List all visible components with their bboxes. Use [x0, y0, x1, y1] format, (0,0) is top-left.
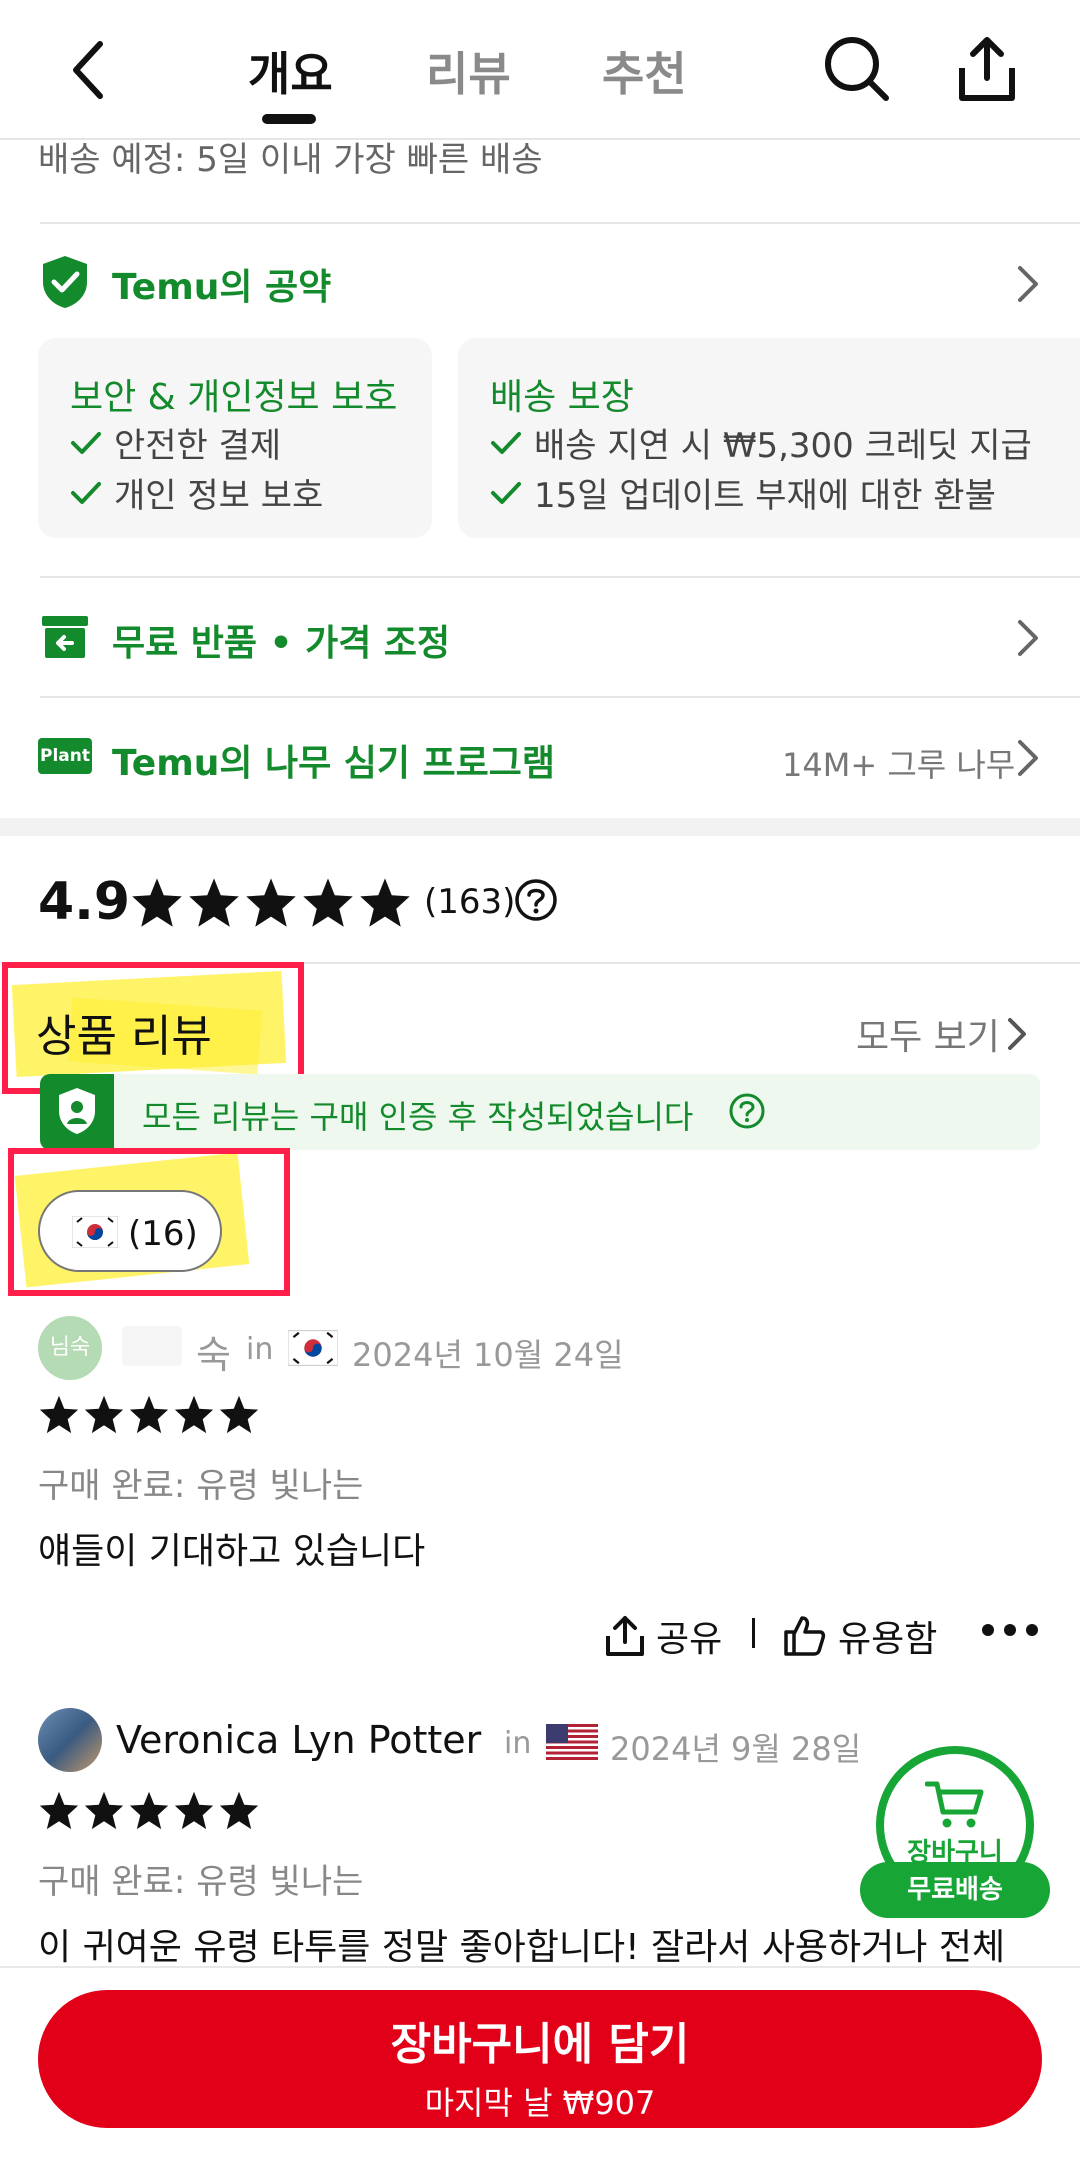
promise-card-security[interactable]: 보안 & 개인정보 보호 안전한 결제 개인 정보 보호: [38, 338, 432, 538]
star-icon: [129, 1791, 169, 1830]
purchase-info: 구매 완료: 유령 빛나는: [38, 1862, 364, 1902]
back-icon[interactable]: [66, 38, 110, 102]
chevron-right-icon[interactable]: [1016, 738, 1040, 782]
cart-icon: [925, 1781, 984, 1828]
free-return-title[interactable]: 무료 반품 • 가격 조정: [112, 614, 450, 666]
active-tab-indicator: [262, 114, 316, 124]
star-icon: [246, 878, 296, 927]
plant-badge-icon: Plant: [38, 738, 92, 774]
action-divider: [752, 1618, 755, 1648]
reviewer-in: in: [246, 1332, 274, 1367]
add-to-cart-label: 장바구니에 담기: [390, 2019, 690, 2070]
thumbs-up-icon: [784, 1616, 826, 1656]
check-icon: [71, 481, 101, 504]
star-icon: [174, 1395, 214, 1434]
review-stars: [38, 1790, 263, 1830]
annotation-box: [8, 1148, 290, 1296]
check-icon: [491, 431, 521, 454]
see-all-link[interactable]: 모두 보기: [856, 1008, 1028, 1060]
reviewer-name: [122, 1326, 182, 1366]
avatar: [38, 1708, 102, 1772]
star-icon: [360, 878, 410, 927]
card-title: 보안 & 개인정보 보호: [70, 377, 398, 418]
avatar: 님숙: [38, 1316, 102, 1380]
reviewer-name-visible: 숙: [196, 1333, 231, 1377]
tab-recommend[interactable]: 추천: [602, 38, 687, 104]
us-flag-icon: [546, 1724, 598, 1760]
star-icon: [219, 1791, 259, 1830]
more-options-icon[interactable]: [980, 1622, 1040, 1638]
divider: [40, 696, 1080, 698]
add-to-cart-sublabel: 마지막 날 ₩907: [424, 2084, 656, 2122]
share-icon[interactable]: [956, 34, 1018, 104]
star-icon: [84, 1791, 124, 1830]
check-item-label: 배송 지연 시 ₩5,300 크레딧 지급: [534, 426, 1032, 466]
check-item-label: 안전한 결제: [114, 426, 282, 466]
check-item: 15일 업데이트 부재에 대한 환불: [490, 468, 996, 517]
helpful-label: 유용함: [838, 1619, 938, 1660]
star-icon: [132, 878, 182, 927]
free-shipping-pill: 무료배송: [860, 1862, 1050, 1918]
chevron-right-icon[interactable]: [1016, 618, 1040, 662]
bottom-action-bar: 장바구니에 담기 마지막 날 ₩907: [0, 1966, 1080, 2166]
check-item-label: 개인 정보 보호: [114, 476, 324, 516]
promise-card-delivery[interactable]: 배송 보장 배송 지연 시 ₩5,300 크레딧 지급 15일 업데이트 부재에…: [458, 338, 1080, 538]
help-icon[interactable]: [514, 878, 558, 922]
verified-user-icon: [40, 1074, 114, 1150]
check-item: 배송 지연 시 ₩5,300 크레딧 지급: [490, 418, 1032, 467]
shield-check-icon: [40, 254, 90, 310]
check-icon: [71, 431, 101, 454]
star-icon: [174, 1791, 214, 1830]
share-label: 공유: [656, 1619, 723, 1660]
review-body: 얘들이 기대하고 있습니다: [38, 1531, 426, 1572]
card-title: 배송 보장: [490, 377, 634, 418]
tree-program-title[interactable]: Temu의 나무 심기 프로그램: [112, 734, 555, 786]
share-review-button[interactable]: 공유: [604, 1610, 722, 1662]
korea-flag-icon: [288, 1330, 338, 1366]
verified-text: 모든 리뷰는 구매 인증 후 작성되었습니다: [142, 1098, 694, 1136]
chevron-right-icon: [1007, 1018, 1026, 1050]
review-body: 이 귀여운 유령 타투를 정말 좋아합니다! 잘라서 사용하거나 전체: [38, 1927, 1006, 1968]
rating-score: 4.9: [38, 872, 131, 932]
review-date: 2024년 10월 24일: [352, 1336, 624, 1374]
purchase-info: 구매 완료: 유령 빛나는: [38, 1466, 364, 1506]
top-nav-bar: 개요 리뷰 추천: [0, 0, 1080, 140]
tab-reviews[interactable]: 리뷰: [426, 38, 511, 104]
verified-banner: 모든 리뷰는 구매 인증 후 작성되었습니다: [40, 1074, 1040, 1150]
share-icon: [606, 1616, 644, 1656]
return-box-icon: [40, 614, 90, 660]
check-item: 안전한 결제: [70, 418, 281, 467]
rating-count: (163): [424, 882, 516, 922]
reviewer-in: in: [504, 1726, 532, 1761]
reviewer-name: Veronica Lyn Potter: [116, 1718, 482, 1762]
tree-count: 14M+ 그루 나무: [782, 746, 1016, 784]
star-icon: [39, 1791, 79, 1830]
helpful-button[interactable]: 유용함: [782, 1610, 937, 1662]
check-item: 개인 정보 보호: [70, 468, 323, 517]
chevron-right-icon[interactable]: [1016, 264, 1040, 308]
star-icon: [303, 878, 353, 927]
avatar-initials: 님숙: [49, 1335, 91, 1360]
star-icon: [219, 1395, 259, 1434]
divider: [40, 576, 1080, 578]
divider: [40, 222, 1080, 224]
check-item-label: 15일 업데이트 부재에 대한 환불: [534, 476, 996, 516]
star-icon: [189, 878, 239, 927]
star-icon: [129, 1395, 169, 1434]
review-date: 2024년 9월 28일: [610, 1730, 862, 1768]
star-icon: [39, 1395, 79, 1434]
section-gap: [0, 818, 1080, 836]
tab-overview[interactable]: 개요: [248, 38, 333, 104]
plant-badge-label: Plant: [40, 746, 90, 766]
star-icon: [84, 1395, 124, 1434]
add-to-cart-button[interactable]: 장바구니에 담기 마지막 날 ₩907: [38, 1990, 1042, 2128]
check-icon: [491, 481, 521, 504]
review-stars: [38, 1394, 263, 1434]
help-icon[interactable]: [728, 1092, 766, 1130]
promise-title[interactable]: Temu의 공약: [112, 258, 331, 310]
rating-stars: [130, 876, 415, 928]
see-all-label: 모두 보기: [856, 1017, 1000, 1058]
search-icon[interactable]: [822, 34, 892, 104]
